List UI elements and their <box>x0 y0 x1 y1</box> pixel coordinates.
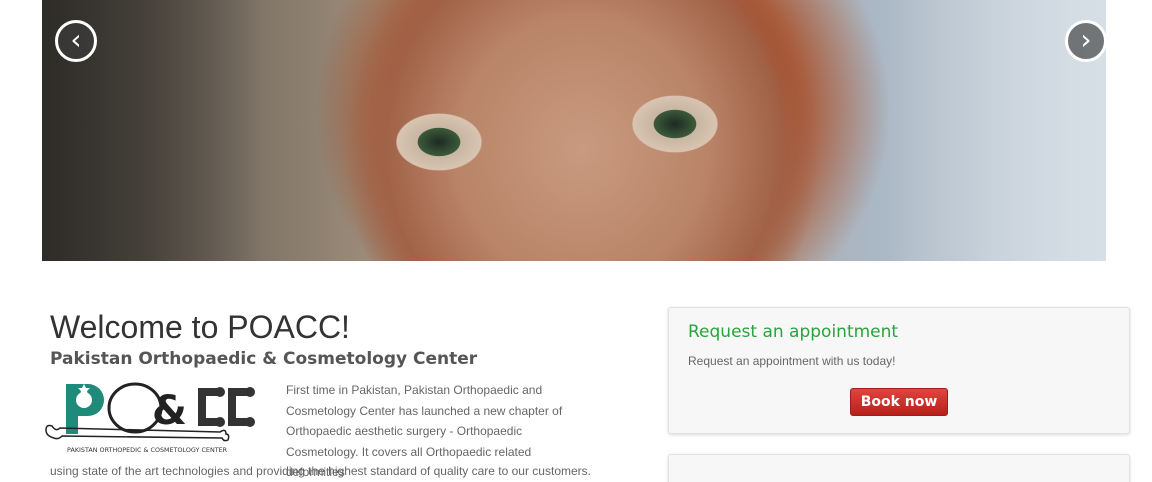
secondary-panel <box>668 454 1130 482</box>
poacc-logo: & PAKISTAN ORTHOPEDIC & COSMETOLOGY CENT… <box>40 378 255 456</box>
slider-prev-button[interactable]: ‹ <box>55 20 97 62</box>
poacc-logo-graphic: & PAKISTAN ORTHOPEDIC & COSMETOLOGY CENT… <box>45 382 255 454</box>
intro-paragraph-bottom: using state of the art technologies and … <box>50 464 591 478</box>
book-now-button[interactable]: Book now <box>850 388 948 416</box>
slider-next-button[interactable]: › <box>1065 20 1107 62</box>
chevron-right-icon: › <box>1080 23 1092 56</box>
appointment-panel: Request an appointment Request an appoin… <box>668 307 1130 434</box>
svg-text:&: & <box>152 388 187 434</box>
appointment-title: Request an appointment <box>688 322 899 342</box>
hero-slider <box>42 0 1106 261</box>
logo-caption: PAKISTAN ORTHOPEDIC & COSMETOLOGY CENTER <box>67 446 228 454</box>
page-title: Welcome to POACC! <box>50 309 350 345</box>
appointment-text: Request an appointment with us today! <box>688 354 896 368</box>
chevron-left-icon: ‹ <box>70 23 82 56</box>
page-subtitle: Pakistan Orthopaedic & Cosmetology Cente… <box>50 349 478 369</box>
